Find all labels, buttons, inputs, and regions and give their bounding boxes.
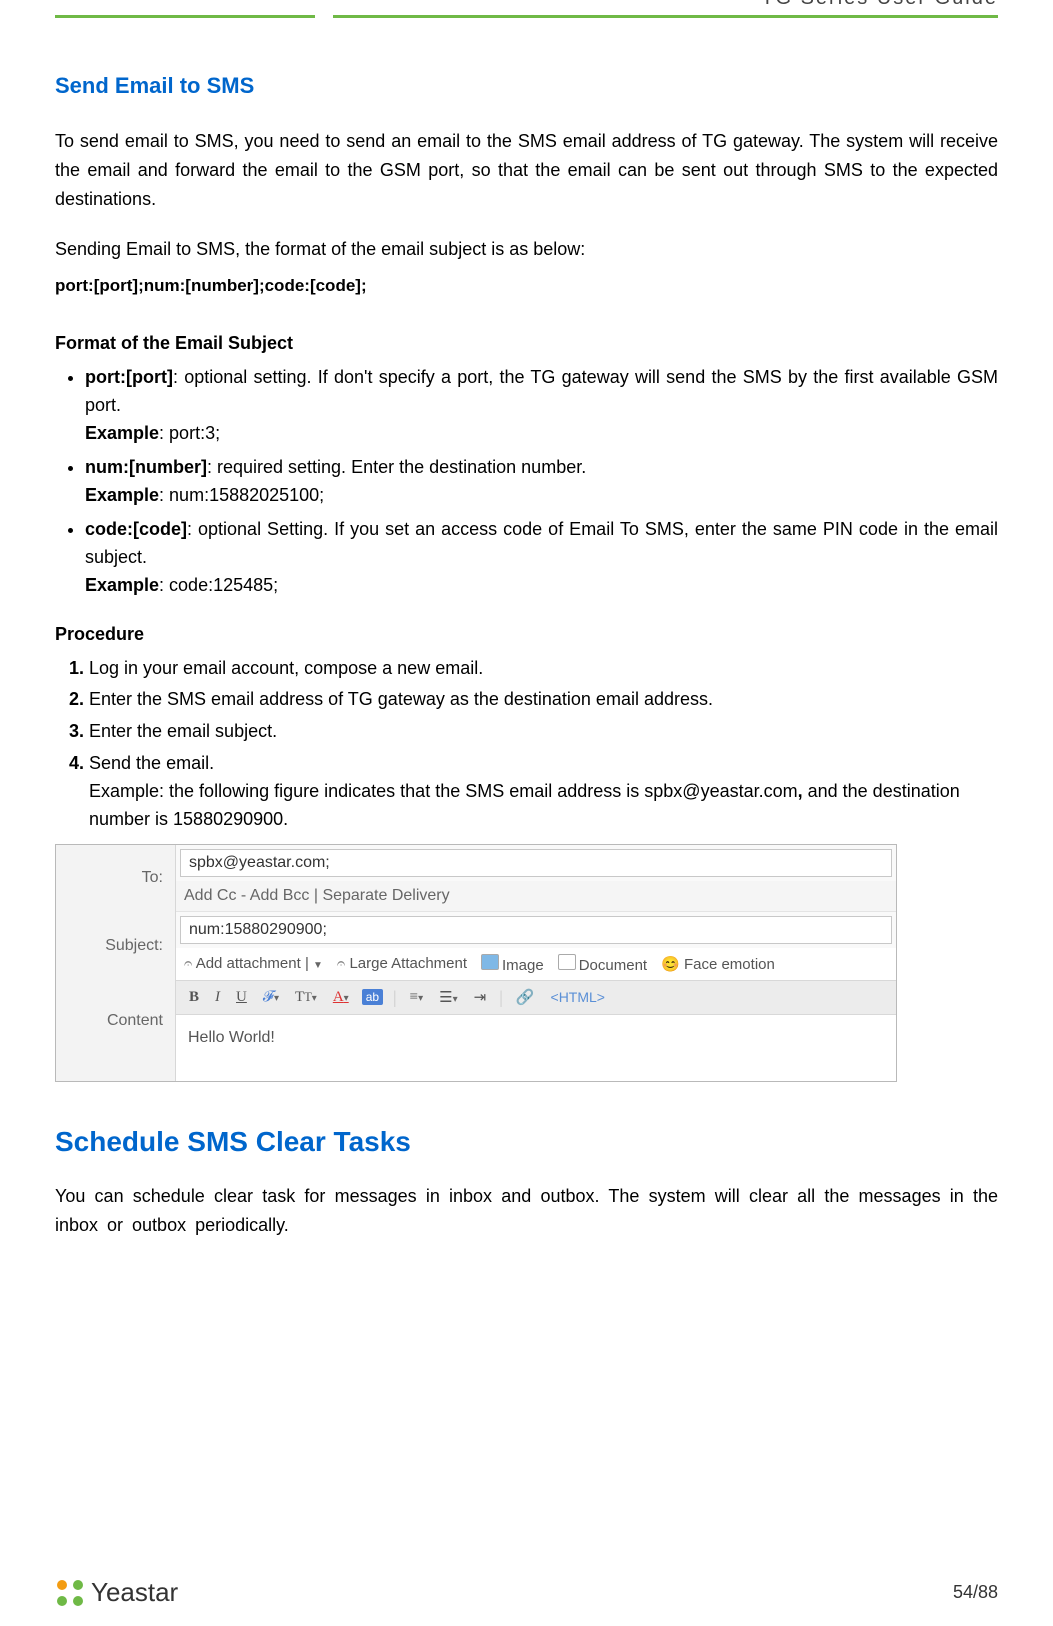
subject-label: Subject:: [56, 912, 176, 980]
face-emotion-button[interactable]: 😊 Face emotion: [661, 955, 775, 973]
bullet-code: code:[code]: optional Setting. If you se…: [85, 516, 998, 600]
cc-bcc-line[interactable]: Add Cc - Add Bcc | Separate Delivery: [176, 881, 896, 912]
bold-button[interactable]: B: [186, 989, 202, 1006]
document-icon: [558, 954, 576, 970]
html-button[interactable]: <HTML>: [548, 989, 608, 1005]
content-label: Content: [56, 980, 176, 1081]
example-value: : port:3;: [159, 423, 220, 443]
align-button[interactable]: ≡▾: [407, 989, 427, 1006]
toolbar-separator: |: [393, 987, 397, 1008]
document-button[interactable]: Document: [558, 954, 647, 974]
example-label: Example: [85, 485, 159, 505]
dropdown-separator: |: [305, 955, 313, 972]
font-size-button[interactable]: TT▾: [292, 989, 320, 1006]
attachment-toolbar: 𝄐 Add attachment | ▼ 𝄐 Large Attachment …: [176, 948, 896, 980]
email-body[interactable]: Hello World!: [176, 1015, 896, 1081]
example-label: Example: [85, 423, 159, 443]
header-rule: TG Series User Guide: [55, 15, 998, 18]
list-button[interactable]: ☰▾: [436, 988, 460, 1007]
step-4-example-pre: Example: the following figure indicates …: [89, 781, 798, 801]
to-field[interactable]: spbx@yeastar.com;: [180, 849, 892, 877]
bullet-key: port:[port]: [85, 367, 173, 387]
page-footer: Yeastar 54/88: [55, 1577, 998, 1608]
highlight-button[interactable]: ab: [362, 989, 383, 1005]
image-icon: [481, 954, 499, 970]
step-4-line1: Send the email.: [89, 753, 214, 773]
schedule-paragraph: You can schedule clear task for messages…: [55, 1182, 998, 1240]
step-2: Enter the SMS email address of TG gatewa…: [89, 686, 998, 714]
format-heading: Format of the Email Subject: [55, 333, 998, 354]
example-value: : num:15882025100;: [159, 485, 324, 505]
page-number: 54/88: [953, 1582, 998, 1603]
section-heading-schedule: Schedule SMS Clear Tasks: [55, 1126, 998, 1158]
bullet-key: code:[code]: [85, 519, 187, 539]
chevron-down-icon: ▼: [313, 960, 323, 971]
add-attachment-button[interactable]: 𝄐 Add attachment | ▼: [184, 955, 323, 972]
bullet-desc: : optional setting. If don't specify a p…: [85, 367, 998, 415]
subject-field[interactable]: num:15880290900;: [180, 916, 892, 944]
underline-button[interactable]: U: [233, 989, 250, 1006]
smiley-icon: 😊: [661, 956, 680, 973]
logo-icon: [55, 1578, 85, 1608]
bullet-desc: : required setting. Enter the destinatio…: [207, 457, 586, 477]
procedure-list: Log in your email account, compose a new…: [55, 655, 998, 834]
example-value: : code:125485;: [159, 575, 278, 595]
brand-name: Yeastar: [91, 1577, 178, 1608]
large-attachment-button[interactable]: 𝄐 Large Attachment: [337, 955, 467, 972]
font-color-button[interactable]: A▾: [330, 989, 352, 1006]
paperclip-icon: 𝄐: [184, 955, 192, 972]
bullet-desc: : optional Setting. If you set an access…: [85, 519, 998, 567]
bullet-num: num:[number]: required setting. Enter th…: [85, 454, 998, 510]
large-attachment-label: Large Attachment: [349, 955, 467, 972]
format-bullet-list: port:[port]: optional setting. If don't …: [55, 364, 998, 599]
font-style-button[interactable]: 𝓕▾: [260, 988, 282, 1006]
toolbar-separator: |: [499, 987, 503, 1008]
step-3: Enter the email subject.: [89, 718, 998, 746]
face-emotion-label: Face emotion: [684, 956, 775, 973]
editor-toolbar: B I U 𝓕▾ TT▾ A▾ ab | ≡▾ ☰▾ ⇥ | 🔗 <HTML>: [176, 980, 896, 1015]
image-label: Image: [502, 957, 544, 974]
indent-button[interactable]: ⇥: [471, 988, 490, 1007]
to-label: To:: [56, 845, 176, 912]
add-attachment-label: Add attachment: [196, 955, 301, 972]
format-code: port:[port];num:[number];code:[code];: [55, 272, 998, 299]
email-compose-figure: To: spbx@yeastar.com; Add Cc - Add Bcc |…: [55, 844, 897, 1082]
format-lead: Sending Email to SMS, the format of the …: [55, 235, 998, 264]
bullet-key: num:[number]: [85, 457, 207, 477]
paperclip-icon: 𝄐: [337, 955, 345, 972]
image-button[interactable]: Image: [481, 954, 544, 974]
step-4: Send the email. Example: the following f…: [89, 750, 998, 834]
step-1: Log in your email account, compose a new…: [89, 655, 998, 683]
header-title: TG Series User Guide: [761, 0, 998, 10]
bullet-port: port:[port]: optional setting. If don't …: [85, 364, 998, 448]
italic-button[interactable]: I: [212, 989, 223, 1006]
procedure-heading: Procedure: [55, 624, 998, 645]
link-button[interactable]: 🔗: [513, 988, 538, 1007]
intro-paragraph: To send email to SMS, you need to send a…: [55, 127, 998, 213]
example-label: Example: [85, 575, 159, 595]
brand-logo: Yeastar: [55, 1577, 178, 1608]
section-heading-send-email: Send Email to SMS: [55, 73, 998, 99]
document-label: Document: [579, 957, 647, 974]
